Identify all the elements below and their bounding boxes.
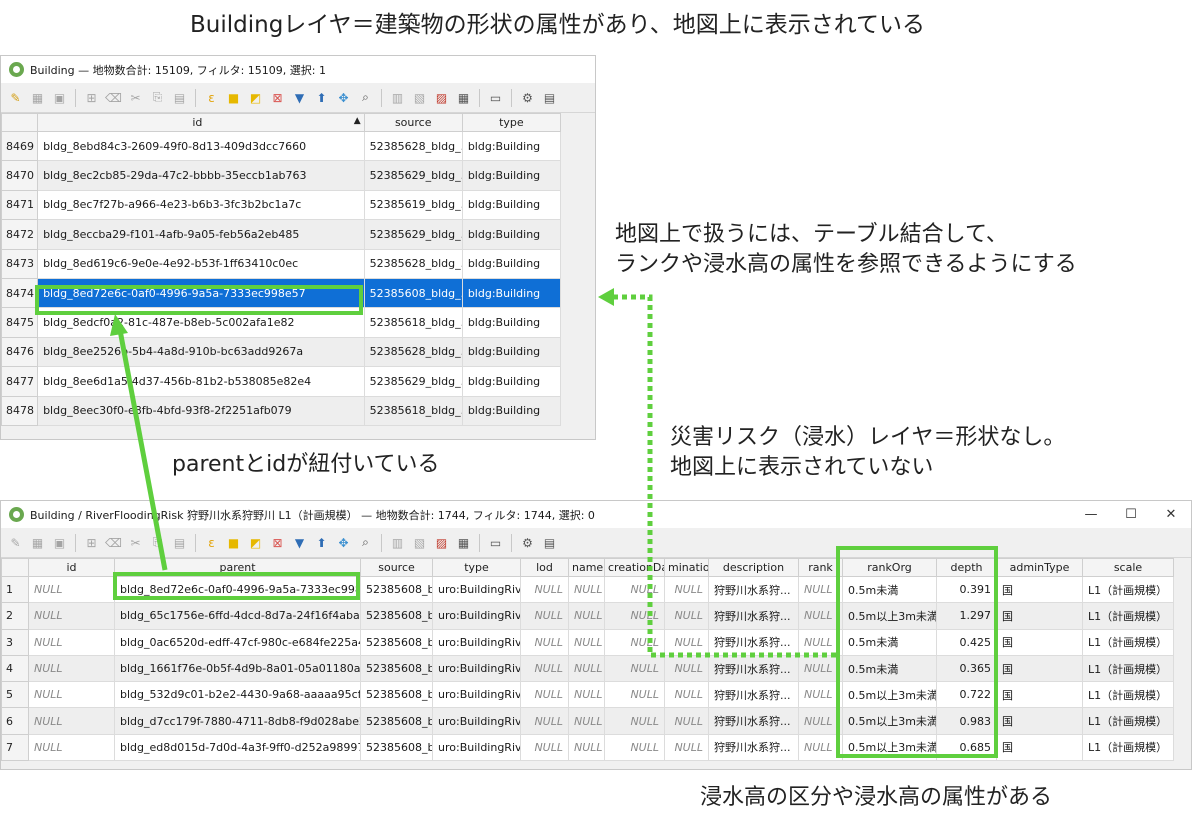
dotted-join-arrow [598, 288, 836, 658]
annotation-arrows [110, 288, 836, 658]
solid-link-arrow [110, 314, 168, 571]
